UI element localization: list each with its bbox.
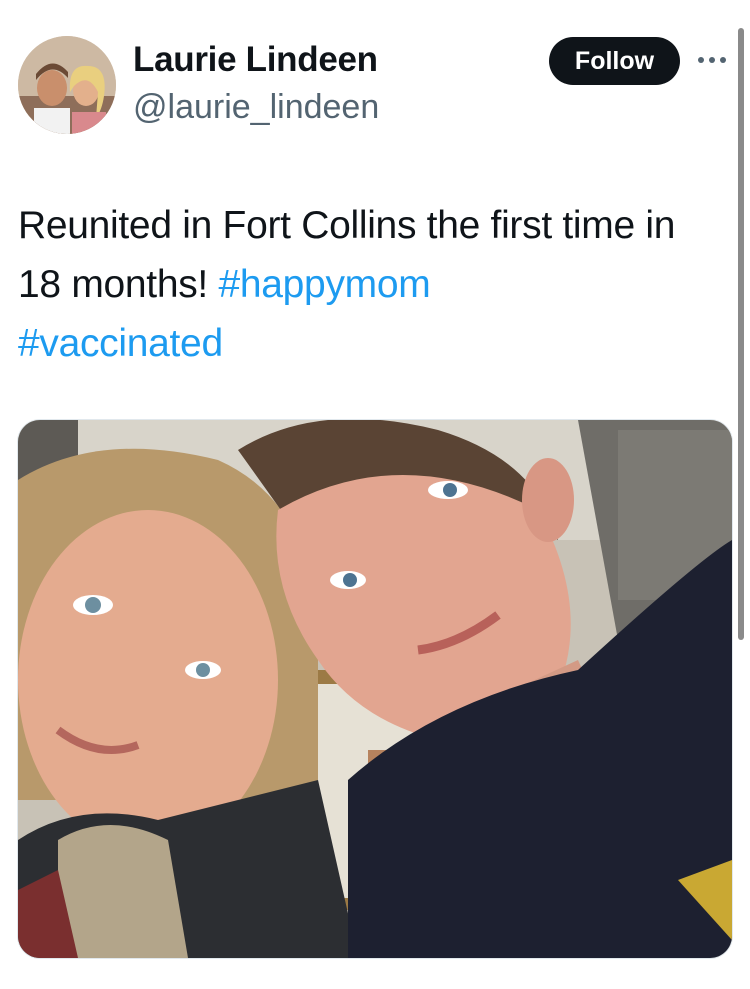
tweet-text: Reunited in Fort Collins the first time … (18, 196, 718, 373)
author-handle[interactable]: @laurie_lindeen (133, 88, 379, 127)
author-display-name[interactable]: Laurie Lindeen (133, 40, 378, 80)
profile-photo-icon (18, 36, 116, 134)
scrollbar[interactable] (738, 28, 744, 640)
selfie-photo-icon (18, 420, 732, 958)
follow-button[interactable]: Follow (549, 37, 680, 85)
hashtag-link[interactable]: #happymom (219, 263, 431, 306)
more-horizontal-icon (698, 57, 726, 63)
author-avatar[interactable] (18, 36, 116, 134)
hashtag-link[interactable]: #vaccinated (18, 322, 223, 365)
more-options-button[interactable] (694, 48, 730, 72)
tweet-card: Laurie Lindeen @laurie_lindeen Follow Re… (0, 0, 750, 989)
tweet-photo[interactable] (18, 420, 732, 958)
